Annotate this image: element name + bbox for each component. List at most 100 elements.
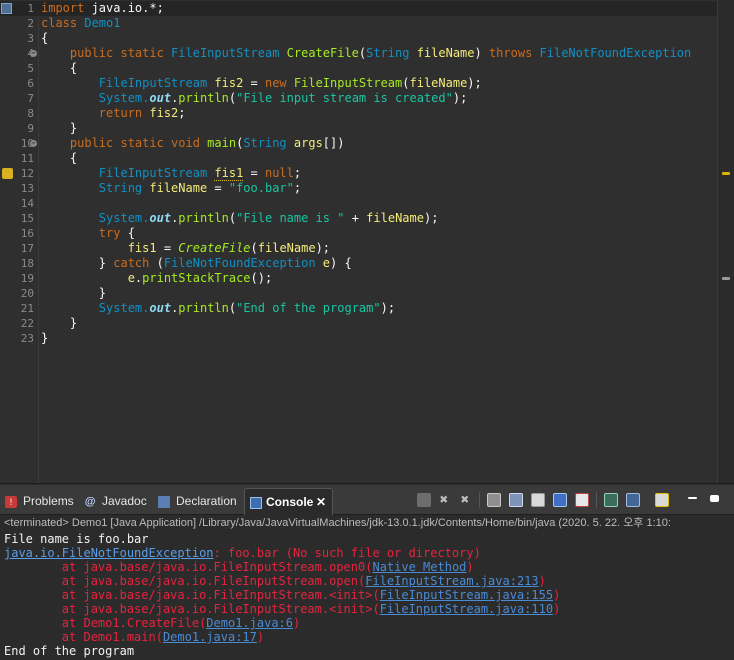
warning-marker[interactable] bbox=[722, 172, 730, 175]
tab-label: Console bbox=[266, 495, 314, 509]
code-line[interactable]: 21 System.out.println("End of the progra… bbox=[0, 301, 718, 316]
code-editor[interactable]: 1import java.io.*;2 class Demo13{4− publi… bbox=[0, 0, 734, 484]
code-token: } bbox=[41, 121, 78, 135]
code-text[interactable]: System.out.println("File name is " + fil… bbox=[41, 211, 439, 226]
code-text[interactable]: return fis2; bbox=[41, 106, 186, 121]
fold-toggle-icon[interactable]: − bbox=[30, 140, 37, 147]
word-wrap-icon[interactable] bbox=[509, 493, 523, 507]
code-line[interactable]: 15 System.out.println("File name is " + … bbox=[0, 211, 718, 226]
code-token: ( bbox=[250, 241, 258, 255]
code-line[interactable]: 13 String fileName = "foo.bar"; bbox=[0, 181, 718, 196]
code-line[interactable]: 3{ bbox=[0, 31, 718, 46]
line-number: 7 bbox=[27, 92, 34, 105]
line-number: 2 bbox=[27, 17, 34, 30]
code-text[interactable]: public static void main(String args[]) bbox=[41, 136, 345, 151]
fold-toggle-icon[interactable]: − bbox=[30, 50, 37, 57]
open-console-icon[interactable] bbox=[626, 493, 640, 507]
code-text[interactable]: { bbox=[41, 31, 48, 46]
code-line[interactable]: 2 class Demo1 bbox=[0, 16, 718, 31]
code-token: String bbox=[41, 181, 150, 195]
stack-trace-link[interactable]: FileInputStream.java:155 bbox=[380, 588, 553, 602]
code-text[interactable]: e.printStackTrace(); bbox=[41, 271, 273, 286]
line-number: 19 bbox=[20, 272, 34, 285]
maximize-icon[interactable] bbox=[710, 495, 719, 502]
tab-label: Problems bbox=[23, 494, 74, 508]
console-view[interactable]: <terminated> Demo1 [Java Application] /L… bbox=[0, 515, 734, 660]
code-line[interactable]: 9 } bbox=[0, 121, 718, 136]
code-line[interactable]: 20 } bbox=[0, 286, 718, 301]
toolbar-separator bbox=[479, 492, 480, 508]
tab-javadoc[interactable]: @ Javadoc bbox=[82, 488, 152, 515]
cursor-marker-icon[interactable] bbox=[1, 3, 12, 14]
line-number: 13 bbox=[20, 182, 34, 195]
code-token: throws bbox=[488, 46, 540, 60]
code-line[interactable]: 4− public static FileInputStream CreateF… bbox=[0, 46, 718, 61]
code-line[interactable]: 12 FileInputStream fis1 = null; bbox=[0, 166, 718, 181]
code-line[interactable]: 14 bbox=[0, 196, 718, 211]
remove-launch-icon[interactable]: ✖ bbox=[437, 493, 451, 507]
display-selected-console-icon[interactable] bbox=[604, 493, 618, 507]
code-token: main bbox=[207, 136, 237, 150]
overview-ruler[interactable] bbox=[717, 0, 734, 483]
code-line[interactable]: 16 try { bbox=[0, 226, 718, 241]
minimize-icon[interactable] bbox=[688, 497, 697, 499]
terminate-icon[interactable] bbox=[417, 493, 431, 507]
code-token: FileInputStream bbox=[41, 76, 215, 90]
code-text[interactable]: fis1 = CreateFile(fileName); bbox=[41, 241, 330, 256]
close-icon[interactable]: ✕ bbox=[316, 489, 326, 516]
occurrence-marker[interactable] bbox=[722, 277, 730, 280]
show-on-stderr-icon[interactable] bbox=[553, 493, 567, 507]
code-line[interactable]: 7 System.out.println("File input stream … bbox=[0, 91, 718, 106]
code-text[interactable]: public static FileInputStream CreateFile… bbox=[41, 46, 691, 61]
line-number: 12 bbox=[20, 167, 34, 180]
tab-problems[interactable]: ! Problems bbox=[3, 488, 77, 515]
code-text[interactable]: } bbox=[41, 121, 77, 136]
code-text[interactable]: import java.io.*; bbox=[41, 1, 164, 16]
code-text[interactable]: class Demo1 bbox=[41, 16, 120, 31]
code-text[interactable]: try { bbox=[41, 226, 135, 241]
stack-trace-link[interactable]: FileInputStream.java:213 bbox=[365, 574, 538, 588]
code-line[interactable]: 6 FileInputStream fis2 = new FileInputSt… bbox=[0, 76, 718, 91]
pin-console-icon[interactable] bbox=[575, 493, 589, 507]
code-token: fileName bbox=[409, 76, 468, 90]
code-line[interactable]: 19 e.printStackTrace(); bbox=[0, 271, 718, 286]
code-line[interactable]: 23} bbox=[0, 331, 718, 346]
stack-trace-link[interactable]: FileInputStream.java:110 bbox=[380, 602, 553, 616]
code-text[interactable]: } bbox=[41, 316, 77, 331]
code-text[interactable]: } bbox=[41, 331, 48, 346]
code-text[interactable]: String fileName = "foo.bar"; bbox=[41, 181, 301, 196]
code-text[interactable]: System.out.println("File input stream is… bbox=[41, 91, 468, 106]
tab-console[interactable]: Console ✕ bbox=[244, 488, 333, 515]
code-token: = bbox=[207, 181, 229, 195]
code-token: ); bbox=[423, 211, 439, 225]
code-line[interactable]: 17 fis1 = CreateFile(fileName); bbox=[0, 241, 718, 256]
new-console-icon[interactable] bbox=[655, 493, 669, 507]
code-text[interactable]: FileInputStream fis2 = new FileInputStre… bbox=[41, 76, 482, 91]
line-number: 11 bbox=[20, 152, 34, 165]
code-line[interactable]: 22 } bbox=[0, 316, 718, 331]
show-on-stdout-icon[interactable] bbox=[531, 493, 545, 507]
code-text[interactable]: } catch (FileNotFoundException e) { bbox=[41, 256, 352, 271]
code-line[interactable]: 18 } catch (FileNotFoundException e) { bbox=[0, 256, 718, 271]
stack-trace-link[interactable]: Demo1.java:17 bbox=[163, 630, 257, 644]
code-text[interactable]: { bbox=[41, 61, 77, 76]
warning-icon[interactable] bbox=[2, 168, 13, 179]
scroll-lock-icon[interactable] bbox=[487, 493, 501, 507]
code-line[interactable]: 8 return fis2; bbox=[0, 106, 718, 121]
stack-trace-link[interactable]: Native Method bbox=[372, 560, 466, 574]
stack-trace-link[interactable]: java.io.FileNotFoundException bbox=[4, 546, 214, 560]
code-text[interactable]: } bbox=[41, 286, 106, 301]
code-line[interactable]: 11 { bbox=[0, 151, 718, 166]
code-text[interactable]: { bbox=[41, 151, 77, 166]
code-text[interactable]: FileInputStream fis1 = null; bbox=[41, 166, 301, 181]
code-text[interactable]: System.out.println("End of the program")… bbox=[41, 301, 395, 316]
code-token: ; bbox=[178, 106, 186, 120]
code-line[interactable]: 1 import java.io.*; bbox=[0, 1, 718, 16]
code-line[interactable]: 10− public static void main(String args[… bbox=[0, 136, 718, 151]
remove-all-terminated-icon[interactable]: ✖ bbox=[458, 493, 472, 507]
tab-declaration[interactable]: Declaration bbox=[156, 488, 242, 515]
console-text: at Demo1.CreateFile( bbox=[4, 616, 207, 630]
code-token: + bbox=[344, 211, 367, 225]
code-line[interactable]: 5 { bbox=[0, 61, 718, 76]
stack-trace-link[interactable]: Demo1.java:6 bbox=[206, 616, 293, 630]
